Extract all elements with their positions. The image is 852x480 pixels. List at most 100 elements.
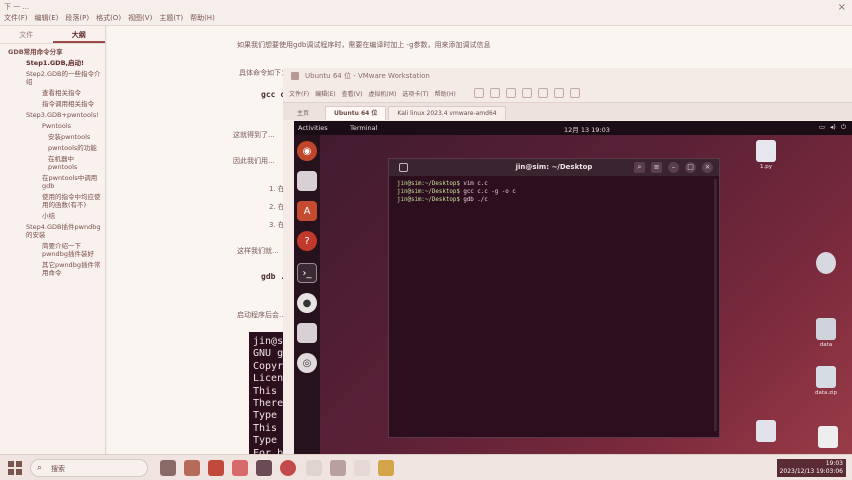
disc-icon[interactable]: ● xyxy=(297,293,317,313)
network-icon[interactable]: ▭ xyxy=(819,123,825,132)
revert-button[interactable] xyxy=(521,88,532,98)
terminal-prompt: jin@sim:~/Desktop$ xyxy=(397,181,460,187)
terminal-output[interactable]: jin@sim:~/Desktop$ vim c.c jin@sim:~/Desk… xyxy=(389,176,719,208)
tray-time: 19:03 xyxy=(825,460,843,467)
outline-item[interactable]: 其它pwndbg插件常用命令 xyxy=(42,261,103,277)
ubuntu-dock: ◉ A ? ›_ ● ◎ xyxy=(294,135,320,454)
files-icon[interactable] xyxy=(297,171,317,191)
tab-outline[interactable]: 大纲 xyxy=(52,26,105,43)
terminal-icon[interactable]: ›_ xyxy=(297,263,317,283)
taskview-icon[interactable] xyxy=(160,460,176,476)
search-icon[interactable]: ⌕ xyxy=(634,162,645,173)
outline-item[interactable]: 安装pwntools xyxy=(48,133,103,141)
terminal-prompt: jin@sim:~/Desktop$ xyxy=(397,197,460,203)
outline-item[interactable]: 小结 xyxy=(42,212,103,220)
app-menu[interactable]: Terminal xyxy=(350,124,377,132)
clock[interactable]: 12月 13 19:03 xyxy=(564,124,610,134)
tab-files[interactable]: 文件 xyxy=(0,26,53,43)
host-menu-view[interactable]: 视图(V) xyxy=(128,13,152,23)
drive-icon[interactable]: ◎ xyxy=(297,353,317,373)
vm-menu-tabs[interactable]: 选项卡(T) xyxy=(402,89,428,98)
desktop-folder-data[interactable]: data xyxy=(812,318,840,348)
desktop-file-datazip[interactable]: data.zip xyxy=(812,366,840,396)
app-icon[interactable] xyxy=(232,460,248,476)
host-menu-paragraph[interactable]: 段落(P) xyxy=(65,13,89,23)
outline-item[interactable]: Step1.GDB,启动! xyxy=(26,59,103,67)
python-file-icon xyxy=(756,140,776,162)
unity-button[interactable] xyxy=(569,88,580,98)
outline-item[interactable]: 指令调用相关指令 xyxy=(42,100,103,108)
outline-item[interactable]: 查看相关指令 xyxy=(42,89,103,97)
close-icon[interactable]: × xyxy=(702,162,713,173)
outline-sidebar: 文件 大纲 GDB常用命令分享 Step1.GDB,启动! Step2.GDB的一些… xyxy=(0,26,106,454)
software-icon[interactable]: A xyxy=(297,201,317,221)
vm-menu-view[interactable]: 查看(V) xyxy=(342,89,363,98)
app-icon[interactable] xyxy=(184,460,200,476)
vm-menu-help[interactable]: 帮助(H) xyxy=(435,89,456,98)
ubuntu-topbar: Activities Terminal 12月 13 19:03 ▭ ◂) ⏻ xyxy=(294,121,852,135)
desktop-file-item[interactable] xyxy=(752,420,780,444)
vmware-icon xyxy=(291,72,299,80)
help-icon[interactable]: ? xyxy=(297,231,317,251)
host-menu-theme[interactable]: 主题(T) xyxy=(159,13,183,23)
activities-button[interactable]: Activities xyxy=(298,124,328,132)
close-icon[interactable]: × xyxy=(838,2,846,13)
desktop-file-label: data.zip xyxy=(814,390,838,396)
minimize-icon[interactable]: – xyxy=(668,162,679,173)
app-icon[interactable] xyxy=(378,460,394,476)
app-icon[interactable] xyxy=(330,460,346,476)
app-icon[interactable] xyxy=(354,460,370,476)
tab-kali[interactable]: Kali linux 2023.4 vmware-amd64 xyxy=(388,106,506,120)
outline-item[interactable]: 在机器中pwntools xyxy=(48,155,103,171)
steam-icon[interactable] xyxy=(256,460,272,476)
desktop-home-item[interactable] xyxy=(814,426,842,450)
firefox-icon[interactable]: ◉ xyxy=(297,141,317,161)
outline-item[interactable]: Step2.GDB的一些指令介绍 xyxy=(26,70,103,86)
volume-icon[interactable]: ◂) xyxy=(830,123,836,132)
desktop-file-1py[interactable]: 1.py xyxy=(752,140,780,170)
send-keys-button[interactable] xyxy=(489,88,500,98)
system-tray-clock[interactable]: 19:03 2023/12/13 19:03:06 xyxy=(776,459,846,477)
app-icon[interactable] xyxy=(306,460,322,476)
search-label: 搜索 xyxy=(51,465,65,473)
outline-item[interactable]: GDB常用命令分享 xyxy=(8,48,103,56)
outline-item[interactable]: 使用的指令中均应使用的函数(有不) xyxy=(42,193,103,209)
snapshot-button[interactable] xyxy=(505,88,516,98)
vm-menu-vm[interactable]: 虚拟机(M) xyxy=(368,89,396,98)
taskbar-search[interactable]: ⌕ 搜索 xyxy=(30,459,148,477)
outline-item[interactable]: Step3.GDB+pwntools! xyxy=(26,111,103,119)
start-icon[interactable] xyxy=(8,461,22,475)
vmware-title: Ubuntu 64 位 - VMware Workstation xyxy=(305,72,430,80)
host-menu-help[interactable]: 帮助(H) xyxy=(190,13,215,23)
terminal-scrollbar[interactable] xyxy=(714,179,717,431)
maximize-icon[interactable]: □ xyxy=(685,162,696,173)
host-taskbar: ⌕ 搜索 19:03 2023/12/13 19:03:06 xyxy=(0,454,852,480)
vm-menu-edit[interactable]: 编辑(E) xyxy=(315,89,335,98)
trash-icon[interactable] xyxy=(297,323,317,343)
app-icon[interactable] xyxy=(208,460,224,476)
terminal-prompt: jin@sim:~/Desktop$ xyxy=(397,189,460,195)
fullscreen-button[interactable] xyxy=(553,88,564,98)
outline-item[interactable]: Pwntools xyxy=(42,122,103,130)
desktop-file-label: 1.py xyxy=(760,164,772,170)
pause-button[interactable] xyxy=(473,88,484,98)
outline-item[interactable]: 在pwntools中调用gdb xyxy=(42,174,103,190)
power-icon[interactable]: ⏻ xyxy=(841,123,846,132)
host-menu-format[interactable]: 格式(O) xyxy=(96,13,121,23)
desktop-gear-item[interactable] xyxy=(812,252,840,276)
outline-item[interactable]: pwntools的功能 xyxy=(48,144,103,152)
host-menu-file[interactable]: 文件(F) xyxy=(4,13,28,23)
manage-snapshots-button[interactable] xyxy=(537,88,548,98)
terminal-window[interactable]: jin@sim: ~/Desktop ⌕ ≡ – □ × jin@sim:~/D… xyxy=(388,158,720,438)
tab-ubuntu[interactable]: Ubuntu 64 位 xyxy=(325,106,387,120)
host-menu-edit[interactable]: 编辑(E) xyxy=(35,13,59,23)
app-icon[interactable] xyxy=(280,460,296,476)
menu-icon[interactable]: ≡ xyxy=(651,162,662,173)
host-menu: 文件(F) 编辑(E) 段落(P) 格式(O) 视图(V) 主题(T) 帮助(H… xyxy=(4,13,215,23)
vm-menu-file[interactable]: 文件(F) xyxy=(289,89,309,98)
vmware-menubar: 文件(F) 编辑(E) 查看(V) 虚拟机(M) 选项卡(T) 帮助(H) xyxy=(283,84,852,102)
outline-item[interactable]: 简要介绍一下pwndbg插件装好 xyxy=(42,242,103,258)
tray-date: 2023/12/13 19:03:06 xyxy=(779,468,843,475)
tab-home[interactable]: 主页 xyxy=(297,108,309,117)
outline-item[interactable]: Step4.GDB插件pwndbg的安装 xyxy=(26,223,103,239)
